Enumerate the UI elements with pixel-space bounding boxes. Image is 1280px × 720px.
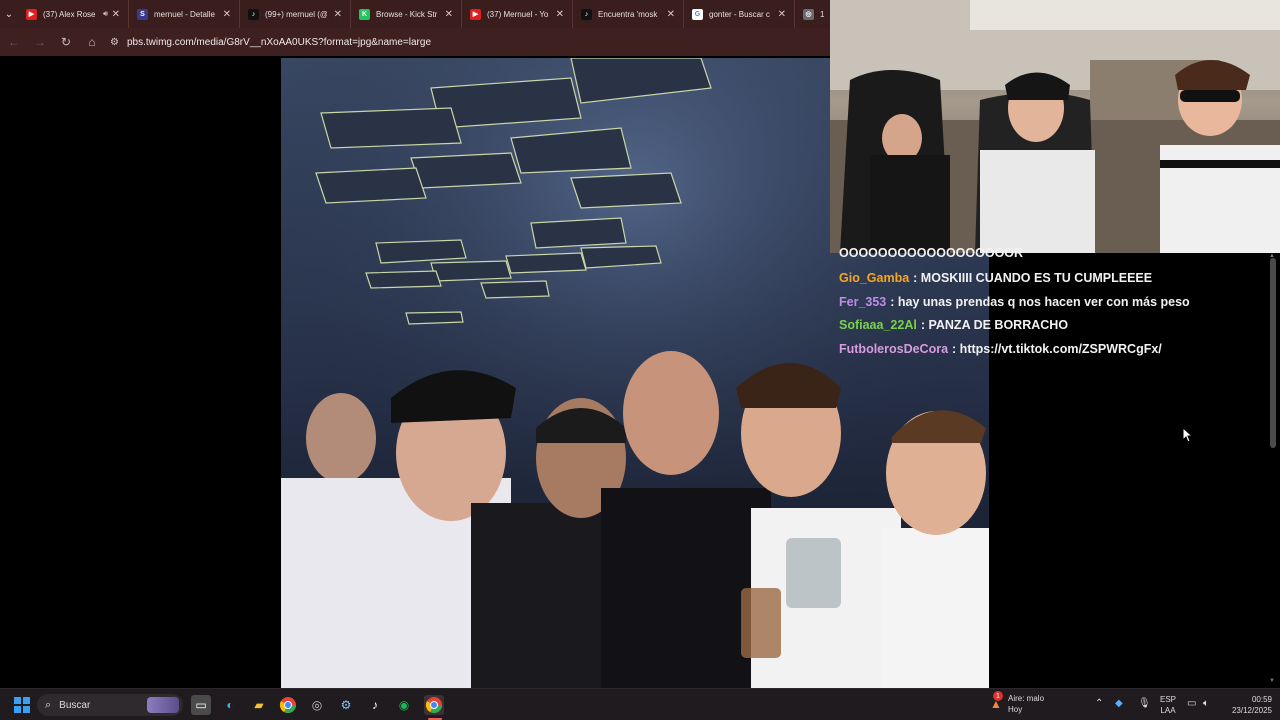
chat-text: : https://vt.tiktok.com/ZSPWRCgFx/ — [952, 341, 1162, 356]
site-info-icon[interactable]: ⚙ — [110, 37, 119, 48]
chat-username[interactable]: Fer_353 — [839, 295, 886, 309]
weather-badge: 1 — [993, 691, 1003, 701]
language-bottom: LAA — [1160, 706, 1176, 715]
tab-title: Browse - Kick Str — [376, 9, 438, 19]
scroll-down-icon[interactable]: ▼ — [1269, 678, 1275, 684]
weather-title: Aire: malo — [1008, 694, 1045, 703]
clock-time: 00:59 — [1251, 695, 1272, 704]
tab-favicon-icon: G — [692, 8, 703, 20]
weather-widget[interactable]: Aire: malo Hoy — [1008, 693, 1044, 715]
tab-title: Encuentra 'mosk — [598, 9, 658, 19]
chat-message: Gio_Gamba : MOSKIIII CUANDO ES TU CUMPLEE… — [839, 271, 1152, 285]
tiktok-icon[interactable]: ♪ — [365, 695, 385, 715]
tab-close-icon[interactable]: ✕ — [112, 9, 120, 20]
tab-favicon-icon: S — [137, 8, 148, 20]
tab-title: (37) Alex Rose — [43, 9, 96, 19]
tab-close-icon[interactable]: ✕ — [556, 9, 564, 20]
clock-date: 23/12/2025 — [1231, 706, 1272, 715]
chat-text: : MOSKIIII CUANDO ES TU CUMPLEEEE — [913, 271, 1153, 285]
chat-username[interactable]: Sofiaaa_22Al — [839, 318, 917, 332]
windows-taskbar: ⌕ Buscar ▭ ◐ ▰ ◎ ⚙ ♪ ◉ ▲ 1 Aire: malo Ho… — [0, 688, 1280, 720]
language-indicator[interactable]: ESP LAA — [1158, 694, 1178, 716]
tab-title: gonter - Buscar c — [709, 9, 770, 19]
tab-close-icon[interactable]: ✕ — [667, 9, 675, 20]
taskbar-search-box[interactable]: ⌕ Buscar — [37, 694, 183, 716]
show-hidden-icons-chevron-icon[interactable]: ⌃ — [1095, 698, 1103, 709]
reload-icon[interactable]: ↻ — [54, 30, 78, 54]
file-explorer-icon[interactable]: ▰ — [249, 695, 269, 715]
chat-message: Fer_353 : hay unas prendas q nos hacen ve… — [839, 295, 1190, 309]
tab-audio-icon[interactable]: 🔊︎ — [103, 9, 108, 19]
chat-message: FutbolerosDeCora : https://vt.tiktok.com/… — [839, 342, 1162, 356]
search-placeholder: Buscar — [59, 699, 91, 711]
browser-tab[interactable]: Ggonter - Buscar c ✕ — [684, 0, 795, 28]
microphone-icon[interactable]: 🎙︎ — [1138, 698, 1151, 709]
browser-tab-strip: ⌄ ▶ (37) Alex Rose 🔊︎ ✕ Smernuel - Detalle ✕ ♪… — [0, 0, 830, 28]
weather-sub: Hoy — [1008, 705, 1023, 714]
forward-arrow-icon[interactable]: → — [28, 30, 52, 54]
search-highlight-image — [147, 697, 179, 713]
tab-close-icon[interactable]: ✕ — [778, 9, 786, 20]
chat-username[interactable]: Gio_Gamba — [839, 271, 909, 285]
url-text: pbs.twimg.com/media/G8rV__nXoAA0UKS?form… — [126, 36, 432, 48]
chat-message: Sofiaaa_22Al: PANZA DE BORRACHO — [839, 318, 1068, 332]
spotify-icon[interactable]: ◉ — [394, 695, 414, 715]
language-top: ESP — [1159, 695, 1176, 704]
tab-title: (99+) mernuel (@ — [265, 9, 327, 19]
tab-favicon-icon: ◎ — [803, 8, 814, 20]
webcam-image — [830, 0, 1280, 253]
steam-icon[interactable]: ⚙ — [336, 695, 356, 715]
chrome-active-icon[interactable] — [424, 695, 444, 715]
task-view-icon[interactable]: ▭ — [191, 695, 211, 715]
clock[interactable]: 00:59 23/12/2025 — [1222, 694, 1272, 716]
chat-text: : PANZA DE BORRACHO — [920, 318, 1069, 332]
screen: ⌄ ▶ (37) Alex Rose 🔊︎ ✕ Smernuel - Detalle ✕ ♪… — [0, 0, 1280, 720]
tab-title: mernuel - Detalle — [154, 9, 215, 19]
tab-close-icon[interactable]: ✕ — [223, 9, 231, 20]
browser-tab[interactable]: ▶ (37) Mernuel - Yo ✕ — [462, 0, 573, 28]
mouse-cursor-icon — [1182, 427, 1194, 443]
tab-close-icon[interactable]: ✕ — [334, 9, 342, 20]
back-arrow-icon[interactable]: ← — [2, 30, 26, 54]
browser-toolbar: ← → ↻ ⌂ ⚙ pbs.twimg.com/media/G8rV__nXoA… — [0, 28, 830, 56]
edge-browser-icon[interactable]: ◐ — [220, 695, 240, 715]
chrome-icon[interactable] — [278, 695, 298, 715]
browser-tab[interactable]: ♪ Encuentra 'mosk ✕ — [573, 0, 684, 28]
browser-tab[interactable]: Smernuel - Detalle ✕ — [129, 0, 240, 28]
streamer-webcam — [830, 0, 1280, 253]
search-icon: ⌕ — [45, 698, 52, 711]
page-scrollbar-thumb[interactable] — [1270, 258, 1276, 448]
tab-favicon-icon: ▶ — [26, 8, 37, 20]
browser-tab[interactable]: K Browse - Kick Str ✕ — [351, 0, 462, 28]
network-icon[interactable]: ▭ — [1187, 698, 1196, 709]
home-icon[interactable]: ⌂ — [80, 30, 104, 54]
windows-start-icon[interactable] — [12, 695, 32, 715]
tab-favicon-icon: ♪ — [248, 8, 259, 20]
chat-username[interactable]: FutbolerosDeCora — [839, 342, 948, 356]
tab-favicon-icon: K — [359, 8, 370, 20]
volume-icon[interactable]: 🔈︎ — [1203, 698, 1209, 709]
address-bar[interactable]: ⚙ pbs.twimg.com/media/G8rV__nXoAA0UKS?fo… — [110, 37, 431, 48]
browser-tab[interactable]: ♪ (99+) mernuel (@ ✕ — [240, 0, 351, 28]
tab-favicon-icon: ▶ — [470, 8, 481, 20]
tab-favicon-icon: ♪ — [581, 8, 592, 20]
tab-title: (37) Mernuel - Yo — [487, 9, 549, 19]
app-with-notification-icon[interactable]: ◎ — [307, 695, 327, 715]
chat-partial-line: OOOOOOOOOOOOOOOOOOR — [839, 246, 1024, 260]
browser-tab[interactable]: ▶ (37) Alex Rose 🔊︎ ✕ — [18, 0, 129, 28]
tray-app-icon[interactable]: ◆ — [1115, 698, 1123, 709]
tab-search-chevron-icon[interactable]: ⌄ — [0, 0, 18, 28]
tab-title: 1 — [820, 9, 825, 19]
browser-tab[interactable]: ◎ 1 — [795, 0, 830, 28]
chat-text: : hay unas prendas q nos hacen ver con m… — [890, 294, 1190, 309]
tab-close-icon[interactable]: ✕ — [445, 9, 453, 20]
